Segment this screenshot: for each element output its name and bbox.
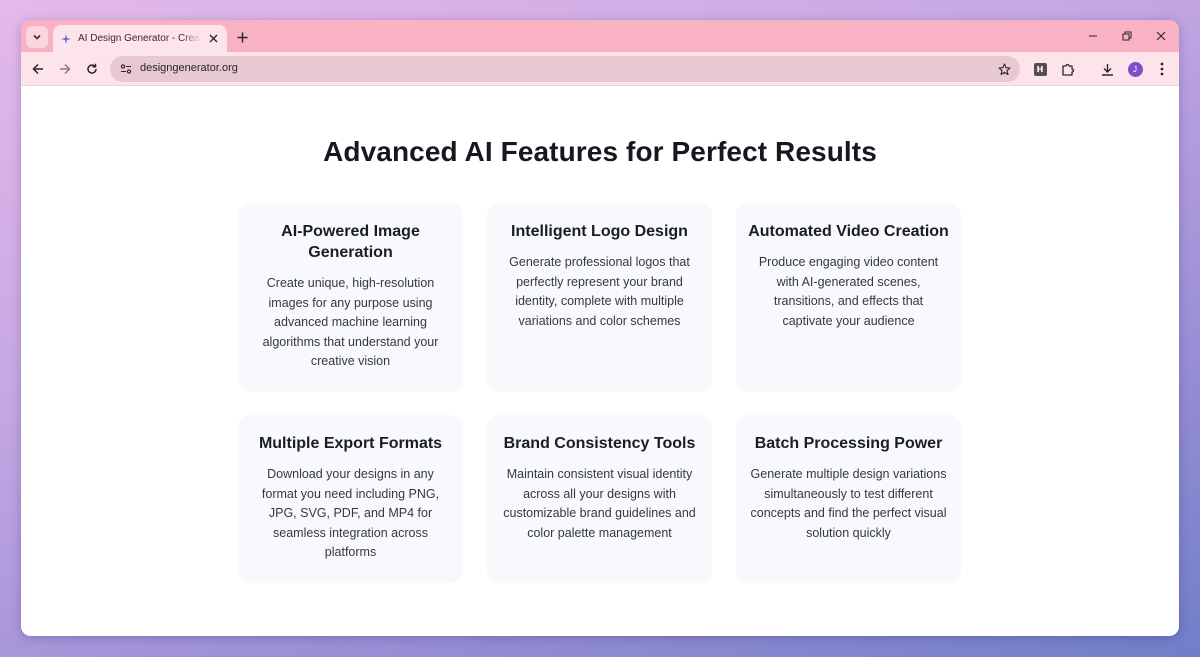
feature-description: Generate professional logos that perfect…	[509, 255, 690, 328]
feature-card: AI-Powered Image Generation Create uniqu…	[238, 203, 463, 392]
download-icon	[1101, 63, 1113, 76]
title-bar: AI Design Generator - Create Stunning De…	[21, 20, 1179, 52]
reload-button[interactable]	[83, 60, 101, 78]
favicon-sparkle-icon	[61, 33, 71, 44]
restore-button[interactable]	[1119, 28, 1135, 44]
feature-description: Generate multiple design variations simu…	[750, 467, 947, 540]
feature-card: Multiple Export Formats Download your de…	[238, 415, 463, 583]
bookmark-button[interactable]	[996, 61, 1012, 77]
browser-toolbar: designgenerator.org H J	[21, 52, 1179, 86]
downloads-button[interactable]	[1098, 60, 1116, 78]
menu-button[interactable]	[1153, 60, 1171, 78]
feature-title: Automated Video Creation	[748, 223, 949, 240]
close-window-button[interactable]	[1153, 28, 1169, 44]
feature-card: Intelligent Logo Design Generate profess…	[487, 203, 712, 392]
close-icon	[209, 34, 217, 43]
reload-icon	[87, 63, 97, 74]
tab-title: AI Design Generator - Create Stunning De…	[78, 33, 201, 44]
page-content: Advanced AI Features for Perfect Results…	[21, 87, 1179, 636]
feature-description: Create unique, high-resolution images fo…	[262, 276, 439, 369]
extension-h-icon: H	[1033, 62, 1047, 76]
minimize-button[interactable]	[1085, 28, 1101, 44]
features-grid: AI-Powered Image Generation Create uniqu…	[238, 203, 962, 583]
feature-card: Automated Video Creation Produce engagin…	[736, 203, 961, 392]
address-bar[interactable]: designgenerator.org	[110, 56, 1020, 82]
feature-title: Multiple Export Formats	[258, 435, 443, 452]
more-vertical-icon	[1160, 62, 1164, 76]
chevron-down-icon	[33, 34, 41, 40]
browser-tab[interactable]: AI Design Generator - Create Stunning De…	[53, 25, 227, 52]
feature-card: Batch Processing Power Generate multiple…	[736, 415, 961, 583]
star-icon	[997, 62, 1011, 75]
back-button[interactable]	[29, 60, 47, 78]
site-info-button[interactable]	[118, 61, 134, 77]
arrow-right-icon	[60, 63, 71, 75]
feature-title: Intelligent Logo Design	[511, 223, 688, 240]
puzzle-icon	[1062, 63, 1075, 76]
avatar: J	[1127, 61, 1143, 77]
browser-window: AI Design Generator - Create Stunning De…	[21, 20, 1179, 636]
forward-button[interactable]	[56, 60, 74, 78]
url-text: designgenerator.org	[140, 62, 238, 74]
new-tab-button[interactable]	[234, 29, 250, 45]
extensions-button[interactable]	[1059, 60, 1077, 78]
tab-search-button[interactable]	[26, 26, 48, 48]
feature-title: Brand Consistency Tools	[503, 435, 696, 452]
restore-icon	[1122, 31, 1132, 41]
feature-title: Batch Processing Power	[754, 435, 943, 452]
feature-title: AI-Powered Image Generation	[281, 223, 420, 261]
page-title: Advanced AI Features for Perfect Results	[323, 136, 877, 167]
feature-card: Brand Consistency Tools Maintain consist…	[487, 415, 712, 583]
profile-button[interactable]: J	[1126, 60, 1144, 78]
extension-h-button[interactable]: H	[1031, 60, 1049, 78]
minimize-icon	[1089, 35, 1097, 37]
tune-icon	[120, 64, 132, 74]
feature-description: Produce engaging video content with AI-g…	[758, 255, 939, 328]
plus-icon	[237, 32, 247, 42]
arrow-left-icon	[32, 63, 43, 75]
feature-description: Download your designs in any format you …	[261, 467, 440, 560]
close-icon	[1156, 31, 1166, 41]
feature-description: Maintain consistent visual identity acro…	[503, 467, 696, 540]
tab-close-button[interactable]	[207, 33, 219, 45]
